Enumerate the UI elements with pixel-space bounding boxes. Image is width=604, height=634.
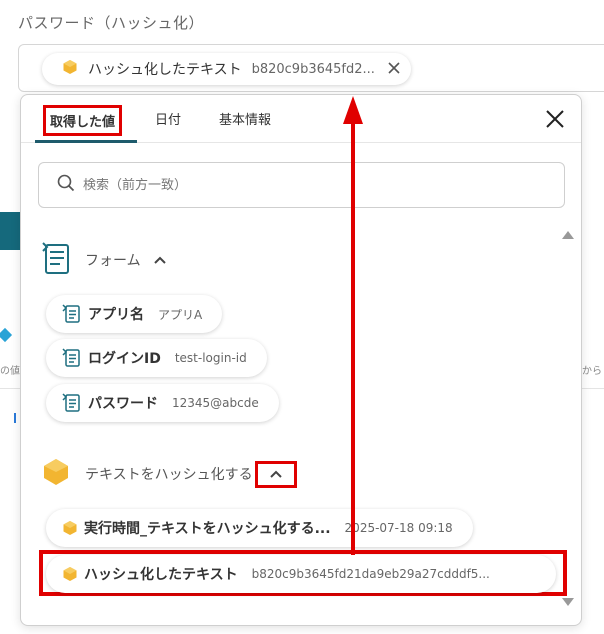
tab-date[interactable]: 日付 — [155, 109, 181, 128]
list-item-password[interactable]: パスワード 12345@abcde — [46, 384, 279, 422]
list-item-hashed-text[interactable]: ハッシュ化したテキスト b820c9b3645fd21da9eb29a27cdd… — [46, 555, 556, 593]
background-button-edge — [0, 212, 20, 250]
field-label: パスワード（ハッシュ化） — [18, 14, 205, 32]
popup-tabs: 取得した値 日付 基本情報 — [21, 95, 581, 143]
group-header-hash: テキストをハッシュ化する — [41, 457, 297, 491]
selected-value-chip[interactable]: ハッシュ化したテキスト b820c9b3645fd2... — [42, 53, 411, 85]
group-header-form: フォーム — [41, 241, 167, 279]
item-name: ログインID — [88, 351, 161, 367]
form-icon — [62, 304, 82, 324]
background-diamond-icon — [0, 327, 13, 343]
item-value: 12345@abcde — [172, 396, 259, 410]
hexagon-icon — [62, 566, 78, 582]
background-divider-right — [582, 388, 604, 389]
background-divider — [0, 388, 20, 389]
scroll-up-arrow[interactable] — [562, 231, 574, 239]
search-input[interactable] — [83, 177, 503, 193]
scroll-down-arrow[interactable] — [562, 598, 574, 606]
form-icon — [62, 348, 82, 368]
group-title-hash: テキストをハッシュ化する — [85, 467, 253, 483]
hexagon-icon — [41, 457, 71, 491]
item-name: パスワード — [88, 396, 158, 412]
background-tab-marker — [14, 413, 16, 423]
form-icon — [62, 393, 82, 413]
item-name: アプリ名 — [88, 307, 144, 323]
value-picker-popup: 取得した値 日付 基本情報 フォーム アプリ名 アプリA — [20, 94, 582, 626]
item-name: 実行時間_テキストをハッシュ化する... — [84, 521, 331, 537]
chip-name: ハッシュ化したテキスト — [88, 62, 242, 78]
remove-chip-icon[interactable] — [387, 59, 401, 80]
collapse-hash-chevron-up-icon[interactable] — [254, 460, 297, 488]
item-value: アプリA — [158, 307, 203, 322]
active-tab-underline — [35, 140, 137, 143]
group-title-form: フォーム — [85, 253, 141, 269]
search-box[interactable] — [38, 162, 565, 208]
item-value: b820c9b3645fd21da9eb29a27cdddf5... — [251, 567, 490, 581]
list-item-app-name[interactable]: アプリ名 アプリA — [46, 295, 223, 333]
hexagon-icon — [62, 59, 78, 79]
hexagon-icon — [62, 520, 78, 536]
close-icon[interactable] — [543, 107, 567, 131]
item-value: 2025-07-18 09:18 — [344, 521, 453, 535]
background-text-left: の値 — [0, 366, 20, 377]
chip-value: b820c9b3645fd2... — [251, 61, 375, 77]
item-name: ハッシュ化したテキスト — [84, 567, 238, 583]
form-icon — [41, 241, 71, 279]
list-item-login-id[interactable]: ログインID test-login-id — [46, 339, 267, 377]
background-text-right: から — [582, 366, 602, 377]
tab-acquired-values[interactable]: 取得した値 — [43, 105, 123, 136]
tab-basic-info[interactable]: 基本情報 — [219, 109, 271, 128]
list-item-exec-time[interactable]: 実行時間_テキストをハッシュ化する... 2025-07-18 09:18 — [46, 509, 473, 547]
search-icon — [57, 174, 75, 196]
collapse-form-chevron-up-icon[interactable] — [153, 255, 167, 265]
item-value: test-login-id — [174, 351, 247, 365]
